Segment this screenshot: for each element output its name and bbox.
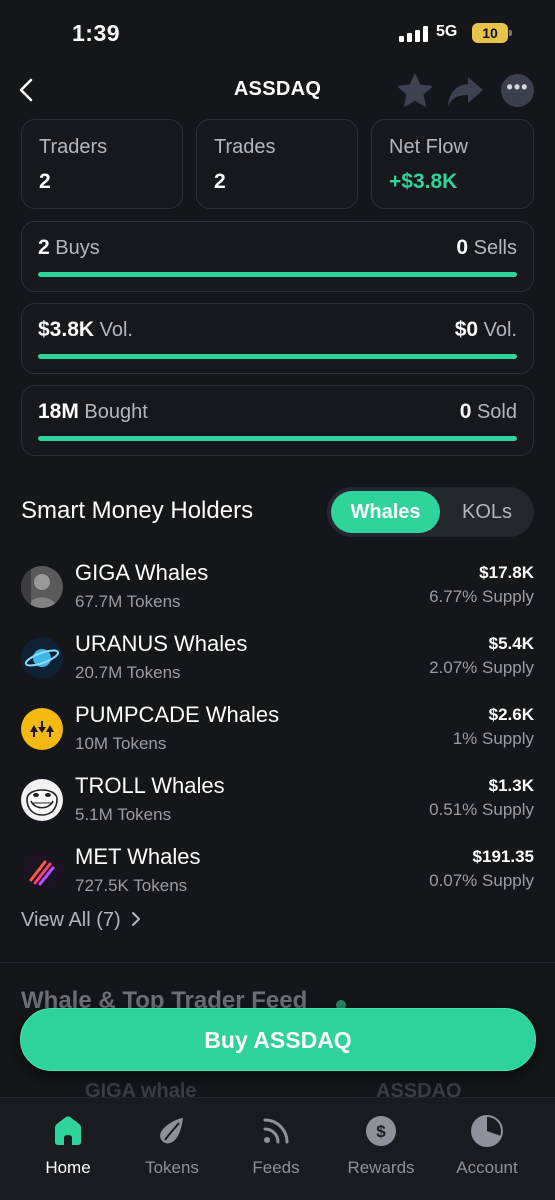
- met-avatar: [21, 850, 63, 892]
- holder-value: $1.3K: [488, 776, 534, 795]
- section-divider: [0, 962, 555, 963]
- trades-label: Trades: [214, 136, 276, 158]
- holder-value: $191.35: [472, 847, 534, 866]
- uranus-avatar: [21, 637, 63, 679]
- star-icon: [398, 74, 432, 107]
- holder-row[interactable]: GIGA Whales 67.7M Tokens $17.8K 6.77% Su…: [21, 560, 534, 620]
- holder-tokens: 20.7M Tokens: [75, 663, 181, 682]
- holder-row[interactable]: TROLL Whales 5.1M Tokens $1.3K 0.51% Sup…: [21, 773, 534, 833]
- holder-value: $2.6K: [488, 705, 534, 724]
- view-all-link[interactable]: View All (7): [21, 909, 142, 932]
- buys-fill: [38, 272, 517, 277]
- buy-volume-label: Vol.: [99, 319, 133, 341]
- tab-label: Feeds: [252, 1158, 300, 1177]
- traders-label: Traders: [39, 136, 108, 158]
- holder-name: URANUS Whales: [75, 631, 248, 656]
- holder-row[interactable]: URANUS Whales 20.7M Tokens $5.4K 2.07% S…: [21, 631, 534, 691]
- buys-sells-bar: [38, 272, 517, 277]
- holder-value: $5.4K: [488, 634, 534, 653]
- tab-label: Rewards: [347, 1158, 415, 1177]
- holder-value: $17.8K: [479, 563, 534, 582]
- holder-supply: 1% Supply: [452, 729, 534, 748]
- tokens-icon: [160, 1118, 183, 1144]
- status-time: 1:39: [72, 20, 121, 46]
- volume-card: $3.8K Vol. $0 Vol.: [21, 303, 534, 374]
- tab-home[interactable]: Home: [18, 1114, 118, 1178]
- holder-supply: 2.07% Supply: [429, 658, 534, 677]
- buy-button[interactable]: Buy ASSDAQ: [20, 1008, 536, 1071]
- holder-name: MET Whales: [75, 844, 201, 869]
- tab-rewards[interactable]: $ Rewards: [331, 1114, 431, 1178]
- holder-supply: 0.51% Supply: [429, 800, 534, 819]
- favorite-button[interactable]: [396, 72, 434, 110]
- holder-type-toggle: Whales KOLs: [327, 487, 534, 537]
- kols-tab[interactable]: KOLs: [444, 491, 530, 533]
- net-flow-value: +$3.8K: [389, 170, 458, 193]
- volume-fill: [38, 354, 517, 359]
- sell-volume: $0: [454, 318, 479, 341]
- holder-row[interactable]: PUMPCADE Whales 10M Tokens $2.6K 1% Supp…: [21, 702, 534, 762]
- section-title: Smart Money Holders: [21, 497, 254, 524]
- buys-count: 2: [38, 236, 50, 259]
- buys-sells-card: 2 Buys 0 Sells: [21, 221, 534, 292]
- tab-feeds[interactable]: Feeds: [226, 1114, 326, 1178]
- holder-supply: 0.07% Supply: [429, 871, 534, 890]
- status-bar: 1:39 5G 10: [0, 0, 555, 62]
- buys-label: Buys: [55, 237, 100, 259]
- whales-tab[interactable]: Whales: [331, 491, 440, 533]
- home-icon: [55, 1116, 81, 1145]
- sells-label: Sells: [473, 237, 517, 259]
- sold-amount: 0: [459, 400, 472, 423]
- more-options-button[interactable]: •••: [501, 74, 534, 107]
- holder-tokens: 10M Tokens: [75, 734, 167, 753]
- network-label: 5G: [436, 23, 458, 40]
- holder-tokens: 67.7M Tokens: [75, 592, 181, 611]
- chevron-right-icon: [132, 912, 141, 926]
- trades-card: Trades 2: [196, 119, 358, 209]
- battery-icon: 10: [472, 23, 512, 43]
- holder-name: GIGA Whales: [75, 560, 209, 585]
- traders-card: Traders 2: [21, 119, 183, 209]
- rewards-icon: $: [366, 1116, 396, 1146]
- buy-volume: $3.8K: [38, 318, 95, 341]
- holder-tokens: 5.1M Tokens: [75, 805, 172, 824]
- tab-tokens[interactable]: Tokens: [122, 1114, 222, 1178]
- holder-name: PUMPCADE Whales: [75, 702, 280, 727]
- net-flow-card: Net Flow +$3.8K: [371, 119, 534, 209]
- tab-label: Home: [45, 1158, 91, 1177]
- bought-label: Bought: [84, 401, 148, 423]
- share-arrow-icon: [448, 77, 483, 106]
- share-button[interactable]: [446, 72, 486, 110]
- svg-text:$: $: [376, 1122, 386, 1141]
- traders-value: 2: [39, 170, 51, 193]
- holder-name: TROLL Whales: [75, 773, 225, 798]
- trades-value: 2: [214, 170, 226, 193]
- sells-count: 0: [456, 236, 469, 259]
- bought-sold-card: 18M Bought 0 Sold: [21, 385, 534, 456]
- holder-row[interactable]: MET Whales 727.5K Tokens $191.35 0.07% S…: [21, 844, 534, 904]
- sold-label: Sold: [476, 401, 517, 423]
- feeds-icon: [263, 1118, 289, 1144]
- giga-avatar: [21, 566, 63, 608]
- tab-label: Tokens: [145, 1158, 199, 1177]
- account-icon: [471, 1115, 503, 1147]
- signal-icon: [399, 26, 429, 42]
- bought-sold-bar: [38, 436, 517, 441]
- bought-fill: [38, 436, 517, 441]
- holder-supply: 6.77% Supply: [429, 587, 534, 606]
- troll-avatar: [21, 779, 63, 821]
- bought-amount: 18M: [38, 400, 79, 423]
- tab-account[interactable]: Account: [437, 1114, 537, 1178]
- holder-tokens: 727.5K Tokens: [75, 876, 188, 895]
- pumpcade-avatar: [21, 708, 63, 750]
- ellipsis-icon: •••: [506, 77, 529, 97]
- nav-header: ASSDAQ •••: [0, 62, 555, 118]
- tab-label: Account: [456, 1158, 518, 1177]
- sell-volume-label: Vol.: [483, 319, 517, 341]
- view-all-label: View All (7): [21, 909, 121, 931]
- volume-bar: [38, 354, 517, 359]
- net-flow-label: Net Flow: [389, 136, 468, 158]
- bottom-tab-bar: Home Tokens Feeds $ Rewards Account: [0, 1097, 555, 1200]
